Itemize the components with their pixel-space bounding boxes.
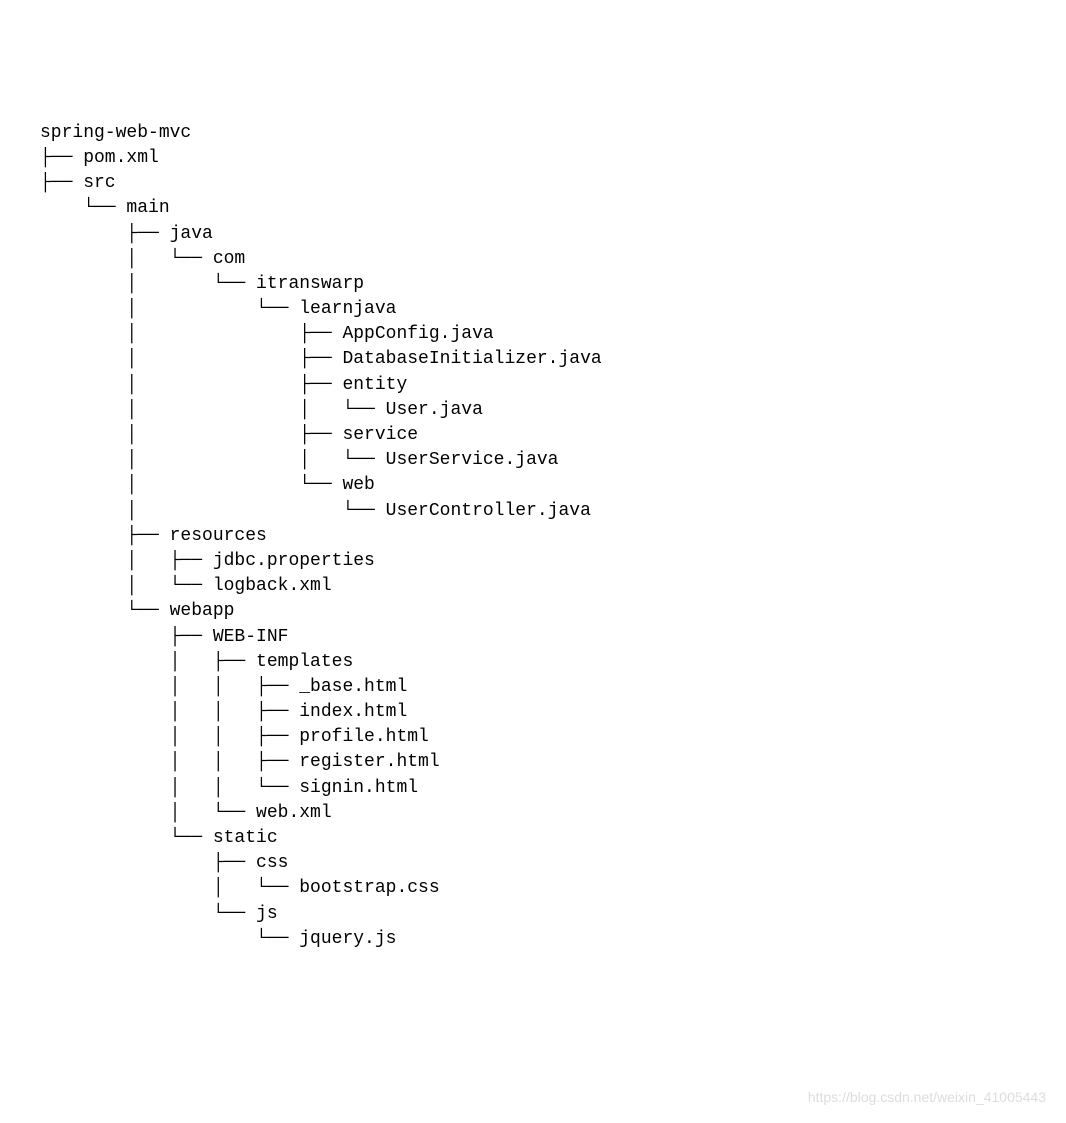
- watermark: https://blog.csdn.net/weixin_41005443: [808, 1088, 1046, 1108]
- directory-tree: spring-web-mvc ├── pom.xml ├── src └── m…: [40, 121, 1026, 952]
